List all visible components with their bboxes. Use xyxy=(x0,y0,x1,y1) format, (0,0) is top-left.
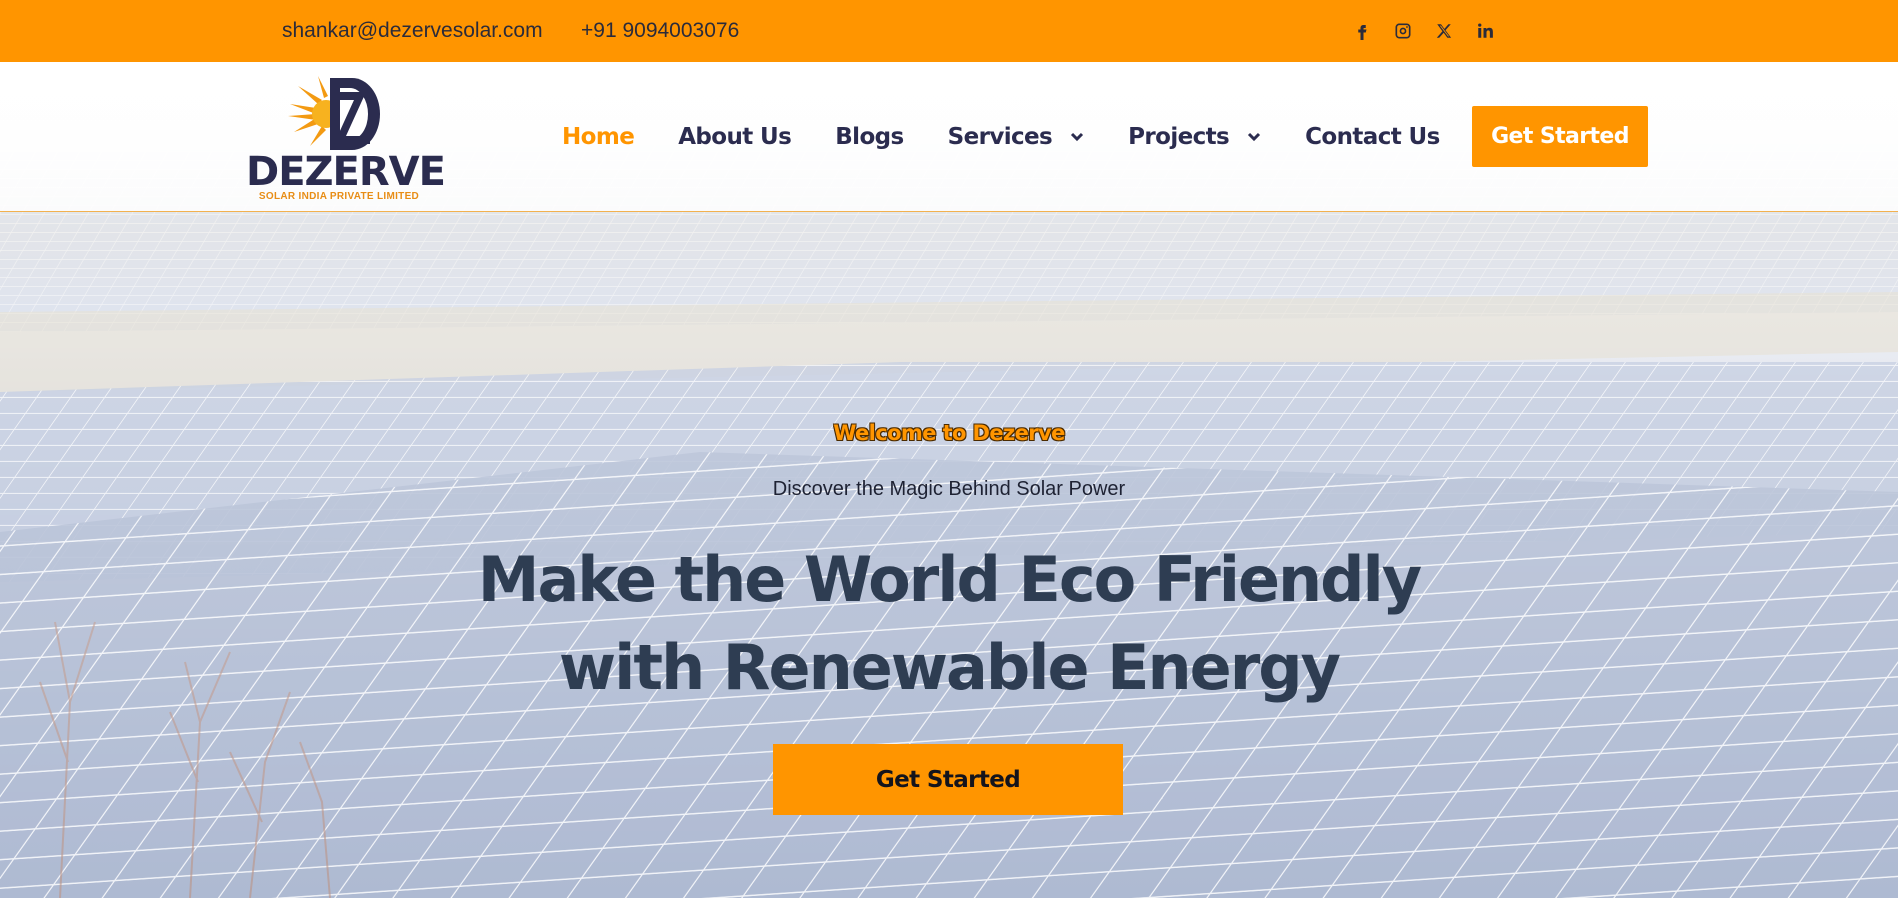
logo-sun-mark-icon xyxy=(288,76,380,150)
nav-item-home[interactable]: Home xyxy=(562,124,635,150)
main-nav: Home About Us Blogs Services Projects Co… xyxy=(562,62,1484,212)
social-links xyxy=(1341,0,1505,62)
nav-item-projects[interactable]: Projects xyxy=(1128,124,1261,150)
contact-phone[interactable]: +91 9094003076 xyxy=(581,0,739,62)
logo-tagline: SOLAR INDIA PRIVATE LIMITED xyxy=(258,191,420,202)
chevron-down-icon xyxy=(1248,132,1261,142)
linkedin-icon[interactable] xyxy=(1464,0,1505,62)
nav-item-label: Blogs xyxy=(835,124,904,150)
nav-item-label: Services xyxy=(947,124,1053,150)
nav-item-label: Projects xyxy=(1128,124,1230,150)
nav-item-services[interactable]: Services xyxy=(948,124,1085,150)
logo-wordmark: DEZERVE xyxy=(246,149,446,195)
hero-get-started-button[interactable]: Get Started xyxy=(773,744,1123,815)
nav-item-label: Home xyxy=(562,124,635,150)
chevron-down-icon xyxy=(1071,132,1084,142)
top-bar: shankar@dezervesolar.com +91 9094003076 xyxy=(0,0,1898,62)
nav-item-about-us[interactable]: About Us xyxy=(678,124,792,150)
x-twitter-icon[interactable] xyxy=(1423,0,1464,62)
nav-item-contact-us[interactable]: Contact Us xyxy=(1305,124,1440,150)
nav-item-label: Contact Us xyxy=(1305,124,1440,150)
dezerve-logo[interactable]: DEZERVE SOLAR INDIA PRIVATE LIMITED xyxy=(246,74,446,202)
instagram-icon[interactable] xyxy=(1382,0,1423,62)
facebook-icon[interactable] xyxy=(1341,0,1382,62)
header-get-started-button[interactable]: Get Started xyxy=(1472,106,1648,167)
contact-email[interactable]: shankar@dezervesolar.com xyxy=(282,0,543,62)
nav-item-label: About Us xyxy=(678,124,792,150)
nav-item-blogs[interactable]: Blogs xyxy=(835,124,904,150)
